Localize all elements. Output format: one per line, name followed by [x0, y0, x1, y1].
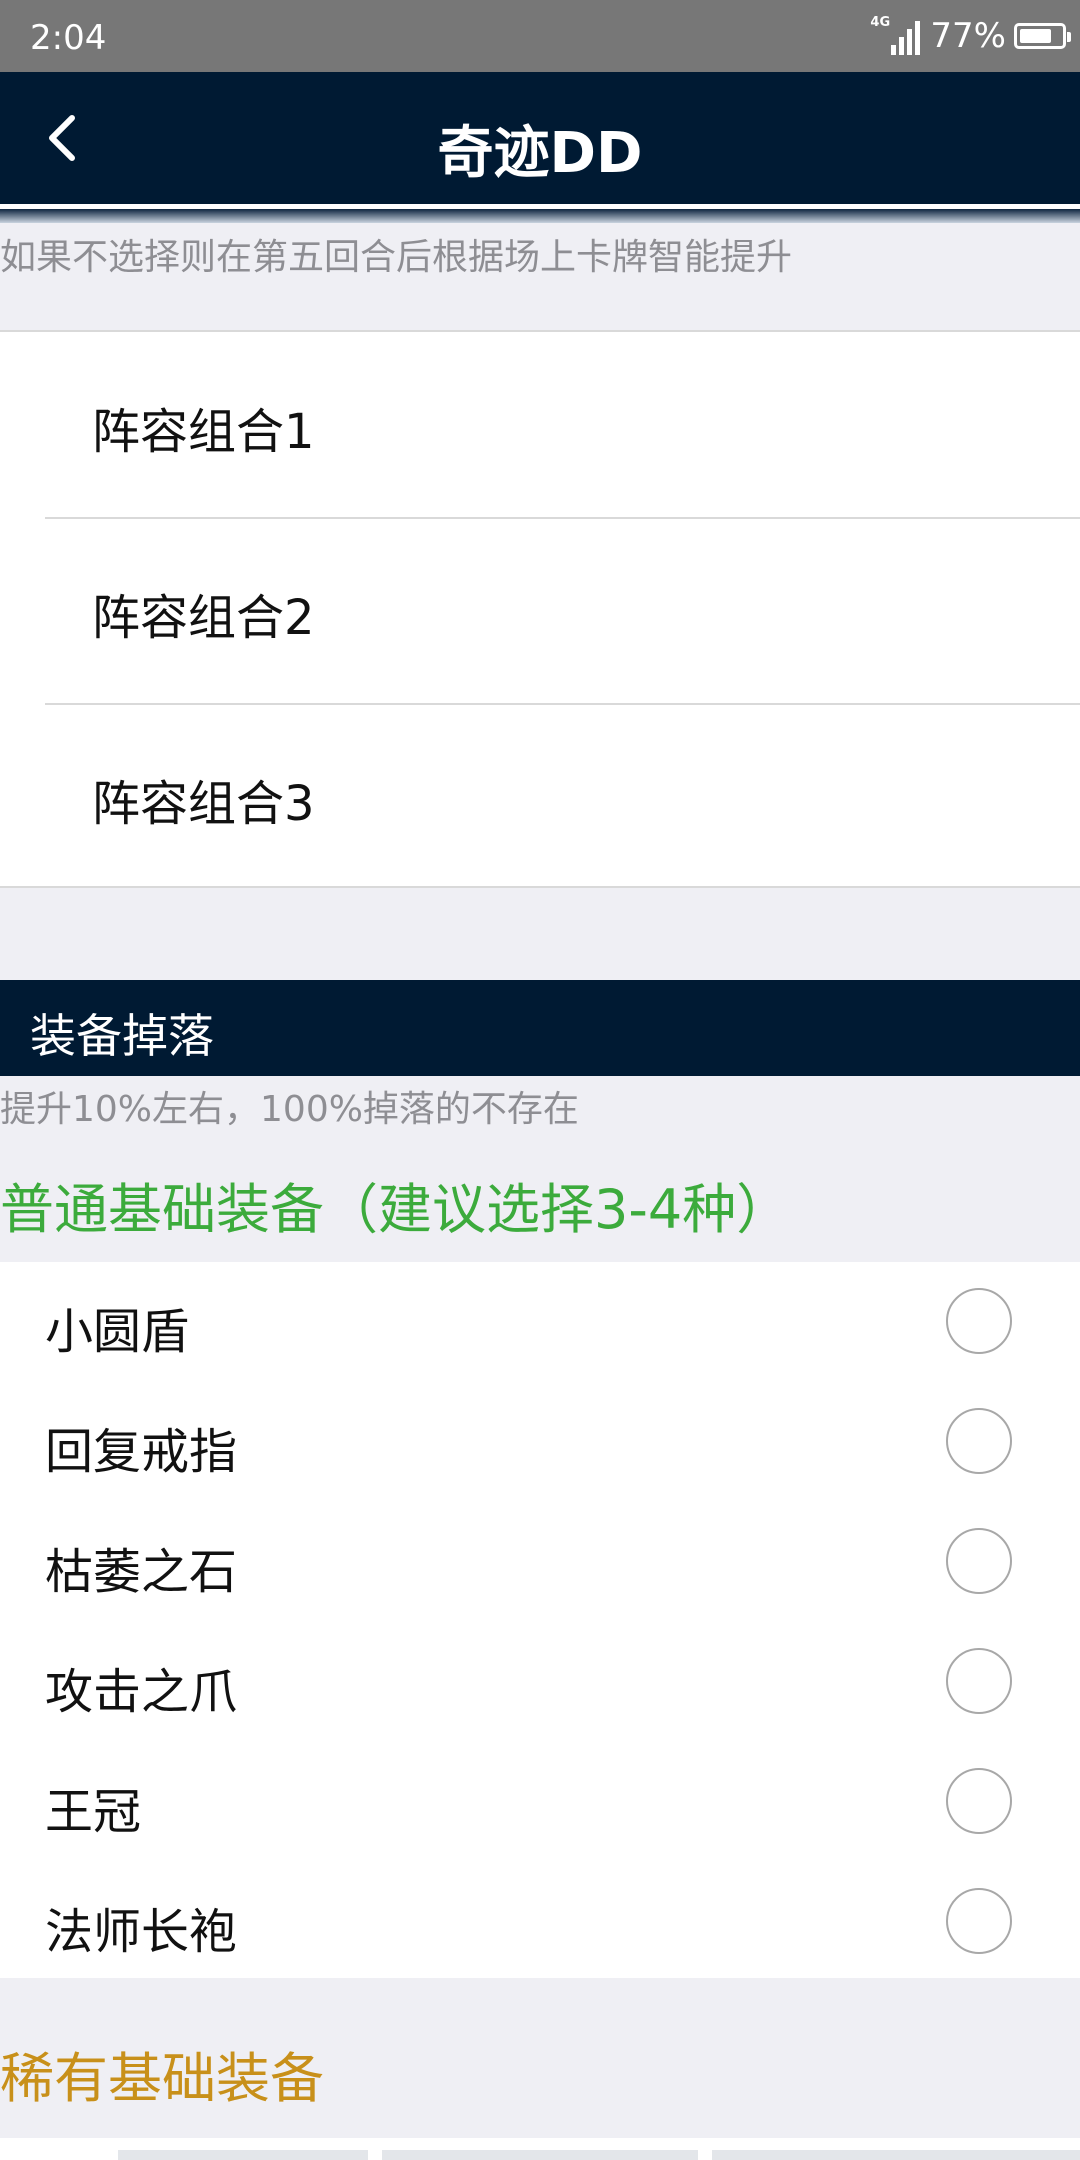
lineup-item-label: 阵容组合3 — [92, 776, 315, 832]
radio-button[interactable] — [946, 1768, 1012, 1834]
status-indicators: 4G 77% — [870, 14, 1071, 58]
radio-button[interactable] — [946, 1888, 1012, 1954]
equipment-item[interactable]: 攻击之爪 — [0, 1622, 1080, 1742]
radio-button[interactable] — [946, 1288, 1012, 1354]
radio-button[interactable] — [946, 1528, 1012, 1594]
signal-icon: 4G — [870, 15, 921, 55]
rare-equipment-option[interactable] — [382, 2150, 698, 2160]
basic-equipment-list: 小圆盾 回复戒指 枯萎之石 攻击之爪 王冠 法师长袍 — [0, 1262, 1080, 1978]
lineup-item-3[interactable]: 阵容组合3 — [0, 704, 1080, 889]
radio-button[interactable] — [946, 1648, 1012, 1714]
equipment-label: 攻击之爪 — [45, 1664, 238, 1720]
section-title: 装备掉落 — [30, 1009, 214, 1063]
battery-level — [1020, 29, 1051, 43]
app-bar: 奇迹DD — [0, 72, 1080, 204]
lineup-list: 阵容组合1 阵容组合2 阵容组合3 — [0, 330, 1080, 888]
rare-equipment-title: 稀有基础装备 — [0, 2047, 324, 2110]
network-type: 4G — [870, 15, 891, 30]
app-bar-shadow — [0, 209, 1080, 223]
radio-button[interactable] — [946, 1408, 1012, 1474]
lineup-hint: 如果不选择则在第五回合后根据场上卡牌智能提升 — [0, 237, 793, 278]
equipment-item[interactable]: 枯萎之石 — [0, 1502, 1080, 1622]
lineup-item-2[interactable]: 阵容组合2 — [0, 518, 1080, 703]
equipment-label: 小圆盾 — [45, 1304, 190, 1360]
equipment-label: 王冠 — [45, 1784, 142, 1840]
equipment-label: 法师长袍 — [45, 1904, 238, 1960]
lineup-item-label: 阵容组合1 — [92, 404, 315, 460]
equipment-item[interactable]: 小圆盾 — [0, 1262, 1080, 1382]
battery-icon — [1014, 23, 1071, 49]
rare-equipment-option[interactable] — [118, 2150, 368, 2160]
equipment-item[interactable]: 回复戒指 — [0, 1382, 1080, 1502]
status-time: 2:04 — [30, 18, 107, 58]
equipment-item[interactable]: 王冠 — [0, 1742, 1080, 1862]
equipment-label: 枯萎之石 — [45, 1544, 238, 1600]
equipment-section-header: 装备掉落 — [0, 980, 1080, 1076]
rare-equipment-option[interactable] — [712, 2150, 1080, 2160]
equipment-hint: 提升10%左右，100%掉落的不存在 — [0, 1089, 579, 1130]
equipment-item[interactable]: 法师长袍 — [0, 1862, 1080, 1982]
basic-equipment-title: 普通基础装备（建议选择3-4种） — [0, 1178, 791, 1241]
page-title: 奇迹DD — [437, 121, 643, 186]
lineup-item-label: 阵容组合2 — [92, 590, 315, 646]
equipment-label: 回复戒指 — [45, 1424, 238, 1480]
lineup-item-1[interactable]: 阵容组合1 — [0, 332, 1080, 517]
battery-percentage: 77% — [930, 16, 1006, 56]
status-bar: 2:04 4G 77% — [0, 0, 1080, 72]
